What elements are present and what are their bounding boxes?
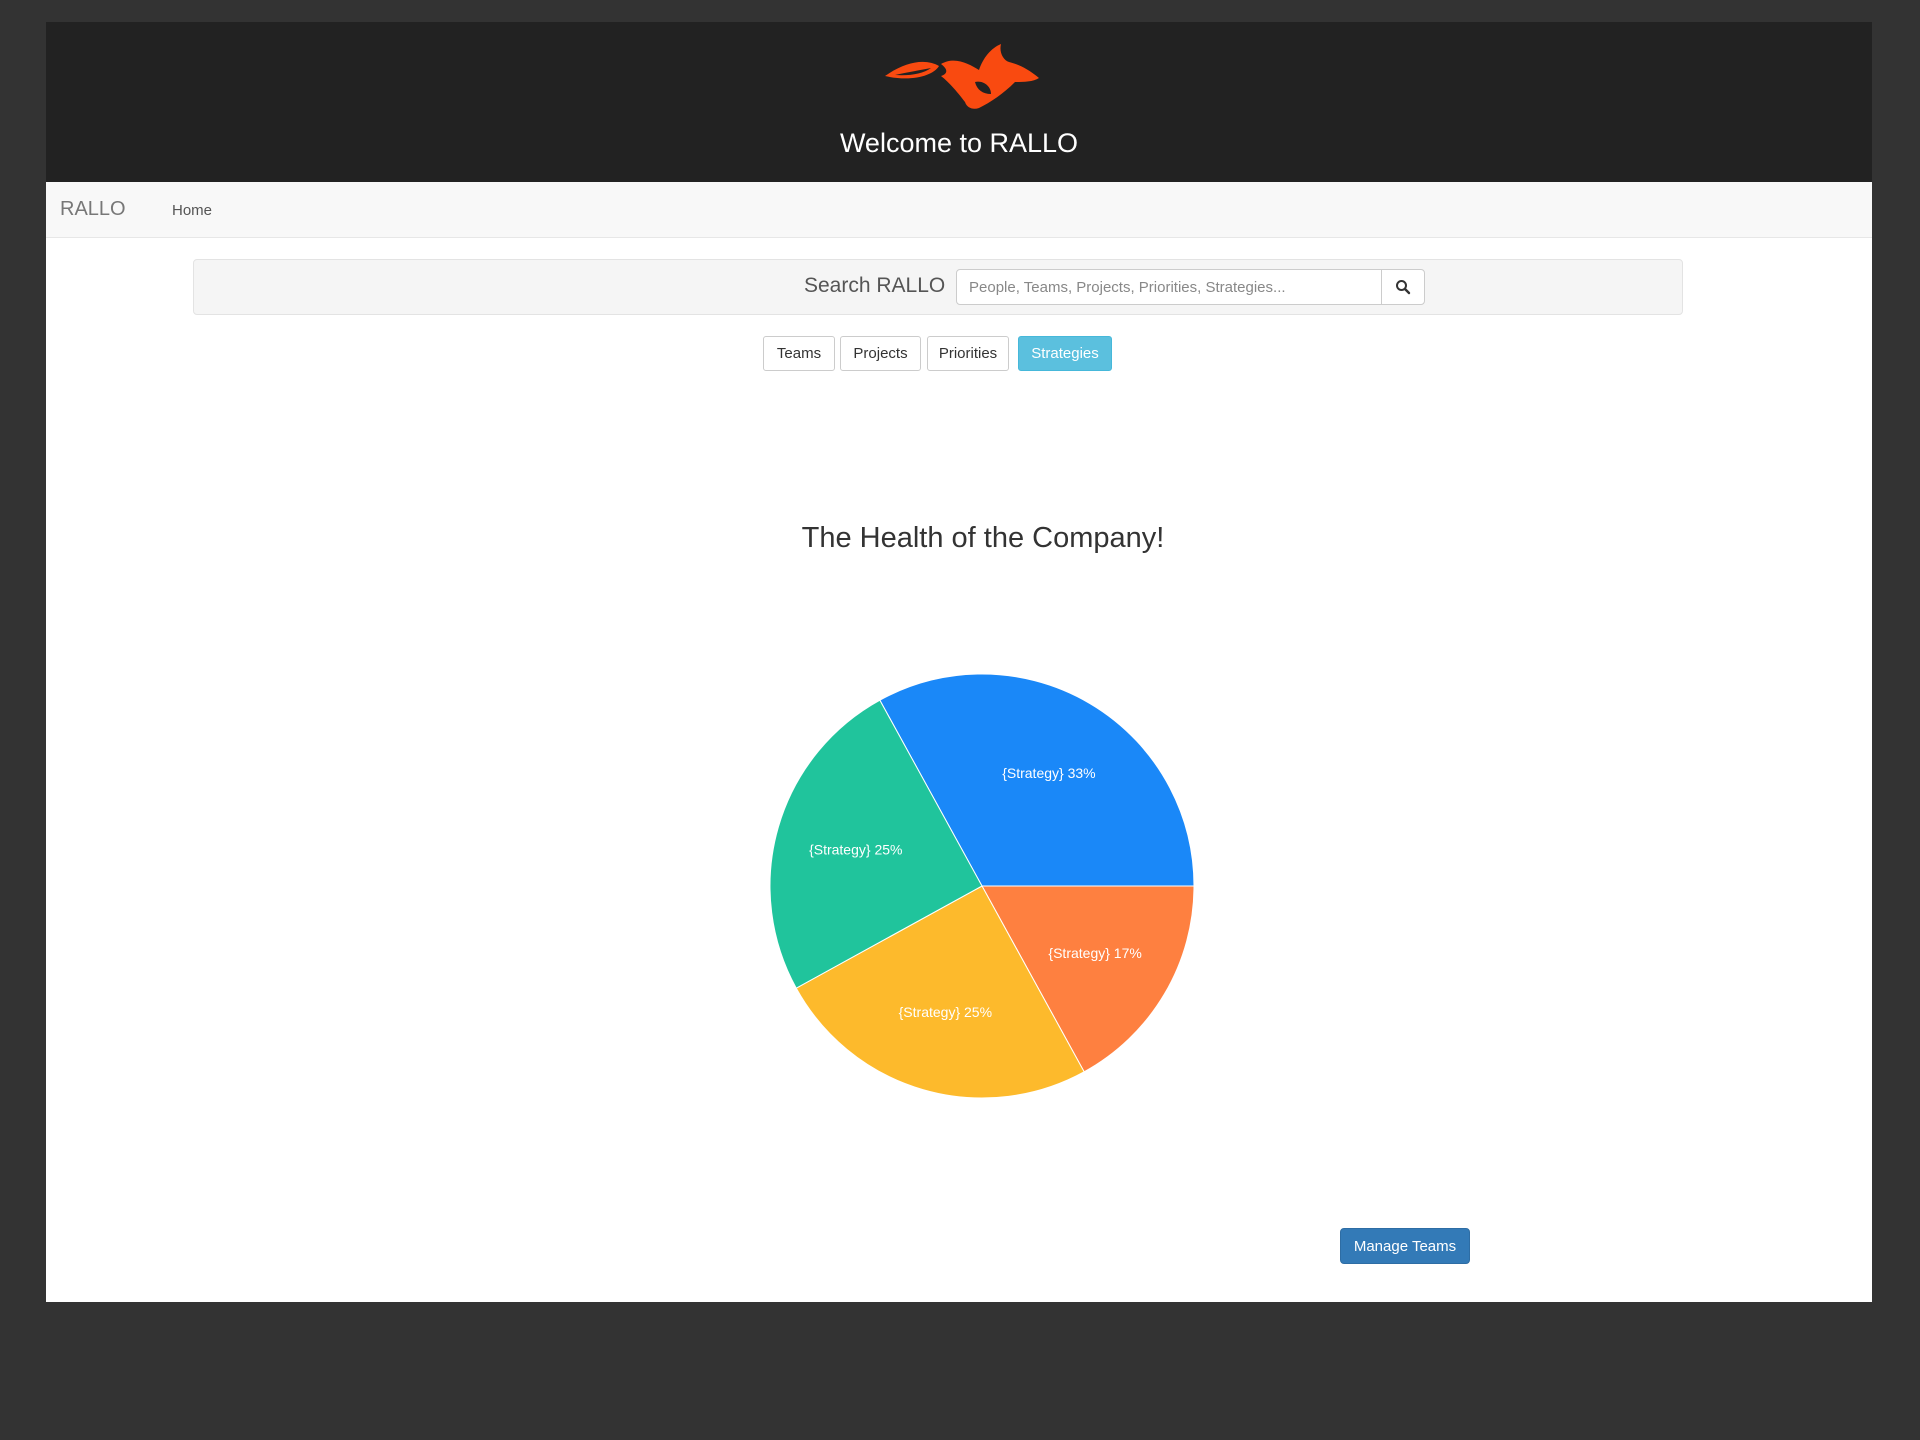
navbar: RALLO Home [46, 182, 1872, 238]
nav-home-link[interactable]: Home [172, 202, 212, 219]
filter-projects-button[interactable]: Projects [840, 336, 921, 371]
app-window: Welcome to RALLO RALLO Home Search RALLO… [46, 22, 1872, 1302]
navbar-brand[interactable]: RALLO [60, 198, 126, 221]
fox-logo-icon [885, 44, 1039, 109]
page-title: Welcome to RALLO [839, 128, 1079, 158]
pie-slice-label: {Strategy} 17% [1048, 945, 1141, 961]
hero-header: Welcome to RALLO [46, 22, 1872, 182]
pie-chart: {Strategy} 33% {Strategy} 17% {Strategy} 2… [769, 673, 1195, 1099]
pie-slice-label: {Strategy} 33% [1002, 765, 1095, 781]
search-icon [1396, 280, 1411, 295]
filter-priorities-button[interactable]: Priorities [927, 336, 1009, 371]
filter-strategies-button[interactable]: Strategies [1018, 336, 1112, 371]
search-input[interactable] [956, 269, 1382, 305]
manage-teams-button[interactable]: Manage Teams [1340, 1228, 1470, 1264]
filter-teams-button[interactable]: Teams [763, 336, 835, 371]
search-button[interactable] [1381, 269, 1425, 305]
search-panel: Search RALLO [193, 259, 1683, 315]
pie-slice-label: {Strategy} 25% [809, 841, 902, 857]
search-label: Search RALLO [804, 274, 946, 297]
pie-slice-label: {Strategy} 25% [899, 1004, 992, 1020]
chart-title: The Health of the Company! [801, 522, 1165, 554]
